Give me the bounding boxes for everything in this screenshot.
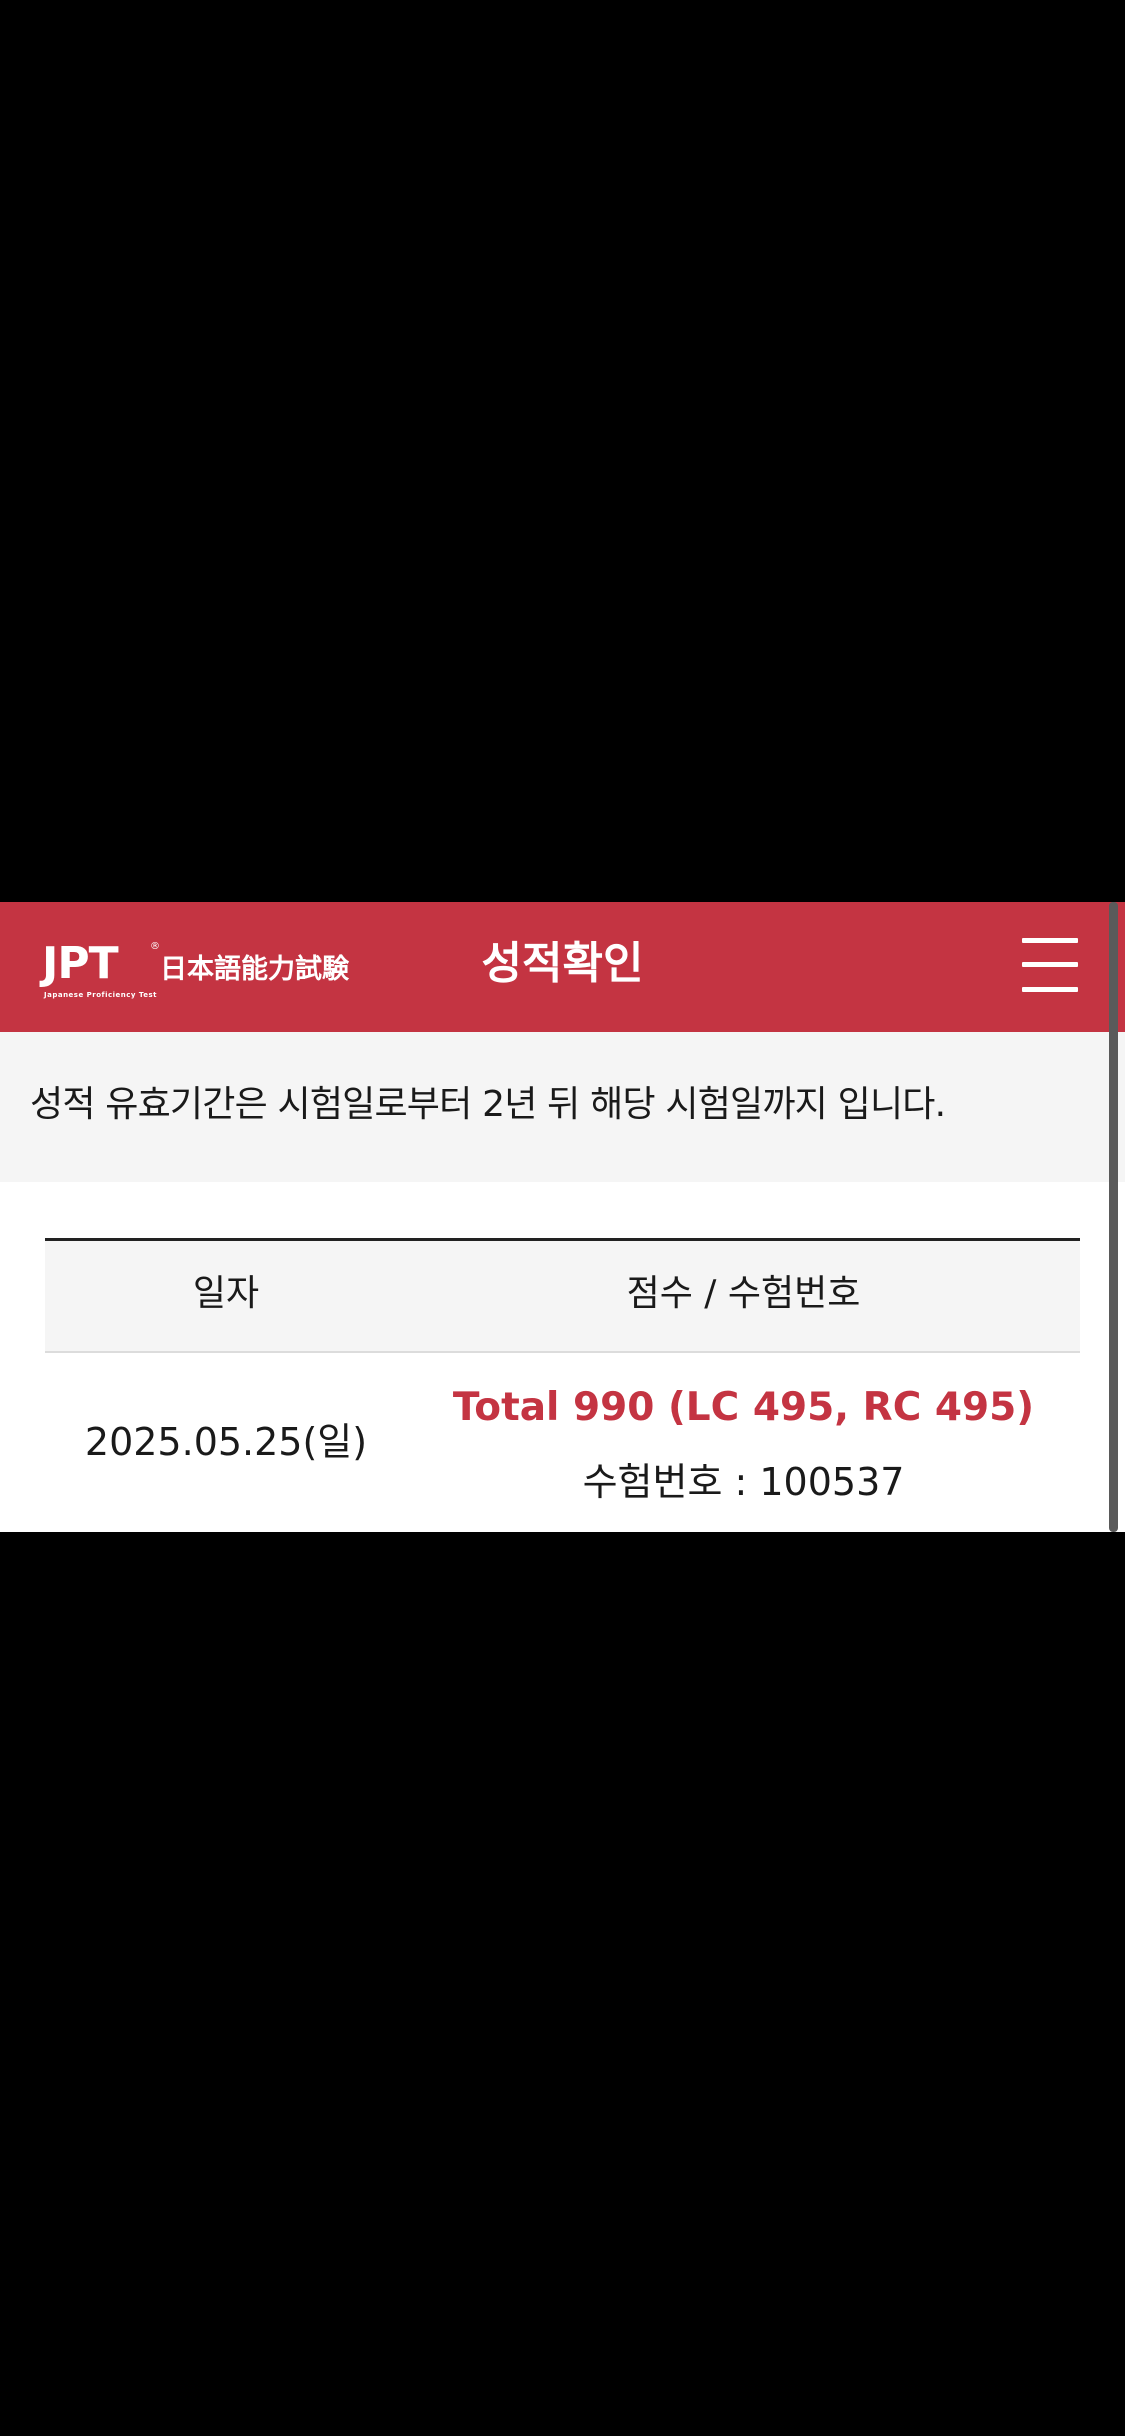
validity-notice: 성적 유효기간은 시험일로부터 2년 뒤 해당 시험일까지 입니다. [0, 1032, 1125, 1182]
registered-mark: ® [150, 941, 160, 952]
app-header: JPT ® 日本語能力試験 Japanese Proficiency Test … [0, 902, 1125, 1032]
table-header: 일자 점수 / 수험번호 [45, 1238, 1080, 1353]
logo-wordmark: JPT [42, 938, 119, 989]
column-header-score: 점수 / 수험번호 [626, 1273, 861, 1314]
screen: JPT ® 日本語能力試験 Japanese Proficiency Test … [0, 0, 1125, 2436]
logo-subtitle: Japanese Proficiency Test [44, 991, 158, 999]
table-row: 2025.05.25(일) Total 990 (LC 495, RC 495)… [45, 1353, 1080, 1532]
menu-line [1022, 938, 1078, 943]
jpt-logo[interactable]: JPT ® 日本語能力試験 Japanese Proficiency Test [42, 939, 362, 1009]
exam-number: 수험번호 : 100537 [582, 1460, 905, 1504]
scrollbar[interactable] [1109, 902, 1118, 1532]
score-check-page: JPT ® 日本語能力試験 Japanese Proficiency Test … [0, 902, 1125, 1532]
column-header-date: 일자 [192, 1273, 260, 1314]
hamburger-menu-icon[interactable] [1016, 936, 1082, 996]
exam-date: 2025.05.25(일) [84, 1420, 368, 1464]
menu-line [1022, 962, 1078, 967]
total-score[interactable]: Total 990 (LC 495, RC 495) [407, 1385, 1080, 1430]
menu-line [1022, 987, 1078, 992]
score-table: 일자 점수 / 수험번호 2025.05.25(일) Total 990 (LC… [45, 1238, 1080, 1532]
score-cell: Total 990 (LC 495, RC 495) 수험번호 : 100537 [407, 1353, 1080, 1532]
logo-kanji: 日本語能力試験 [160, 954, 349, 985]
validity-notice-text: 성적 유효기간은 시험일로부터 2년 뒤 해당 시험일까지 입니다. [30, 1084, 946, 1125]
